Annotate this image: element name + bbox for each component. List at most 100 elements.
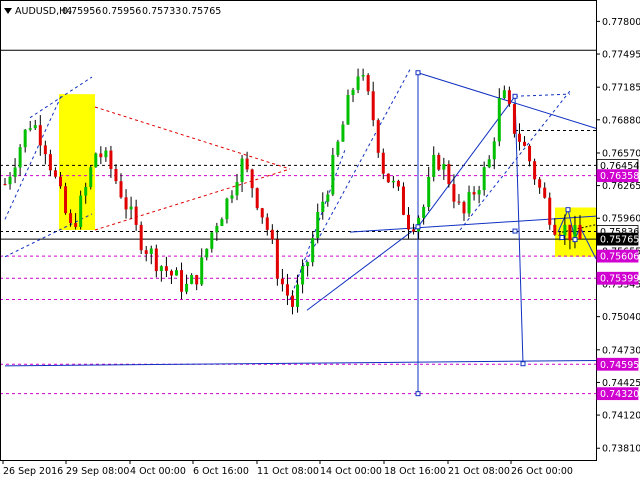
candle-bull — [422, 206, 426, 218]
candle-bull — [200, 257, 204, 285]
candle-bear — [447, 164, 451, 185]
candle-bear — [381, 152, 385, 174]
y-tick-label: 0.75040 — [602, 312, 640, 323]
candle-bear — [462, 202, 466, 214]
candle-bear — [64, 186, 68, 214]
candle-bear — [180, 270, 184, 292]
candle-bear — [280, 278, 284, 285]
point-marker — [520, 361, 526, 367]
candle-bull — [346, 95, 350, 125]
candle-bear — [543, 187, 547, 198]
point-marker — [559, 234, 565, 240]
x-tick-label: 14 Oct 00:00 — [320, 466, 382, 477]
candle-bear — [548, 197, 552, 225]
candle-bull — [159, 266, 163, 272]
candle-bull — [341, 124, 345, 142]
candle-bear — [74, 223, 78, 227]
point-marker — [415, 391, 421, 397]
candle-bull — [477, 190, 481, 195]
candle-bull — [563, 224, 567, 236]
candle-bear — [260, 208, 264, 218]
candle-bear — [48, 154, 52, 171]
price-tag-label: 0.75765 — [600, 235, 639, 246]
candle-bear — [69, 213, 73, 224]
candle-bull — [104, 150, 108, 158]
candle-bear — [250, 169, 254, 189]
candle-bear — [144, 250, 148, 254]
candle-bear — [553, 224, 557, 235]
price-tag-label: 0.75606 — [600, 252, 639, 263]
candle-bull — [210, 232, 214, 249]
candle-bear — [58, 176, 62, 187]
x-tick-label: 4 Oct 00:00 — [130, 466, 186, 477]
candle-bear — [528, 145, 532, 162]
candle-bear — [512, 104, 516, 134]
candle-bull — [321, 201, 325, 212]
candle-bull — [205, 248, 209, 258]
candle-bull — [316, 211, 320, 239]
candle-bull — [391, 180, 395, 183]
candle-bull — [89, 167, 93, 188]
candle-bear — [119, 181, 123, 198]
ohlc-low: 0.75733 — [142, 6, 181, 17]
candle-bull — [336, 141, 340, 155]
candle-bull — [240, 158, 244, 183]
x-tick-label: 26 Sep 2016 — [3, 466, 63, 477]
candle-bull — [296, 284, 300, 307]
candle-bull — [79, 195, 83, 227]
candle-bear — [99, 153, 103, 158]
point-marker — [565, 207, 571, 213]
candle-bull — [8, 176, 12, 185]
price-tag-label: 0.76358 — [600, 171, 639, 182]
x-tick-label: 26 Oct 00:00 — [511, 466, 573, 477]
candle-bull — [492, 141, 496, 160]
candle-bear — [437, 154, 441, 170]
candle-bear — [376, 120, 380, 153]
candle-bear — [366, 75, 370, 92]
candle-bear — [134, 206, 138, 225]
y-tick-label: 0.75960 — [602, 214, 640, 225]
plot-background — [0, 0, 640, 480]
ohlc-high: 0.75956 — [102, 6, 141, 17]
candle-bull — [28, 128, 32, 130]
candle-bear — [124, 197, 128, 210]
candle-bull — [33, 125, 37, 129]
candle-bull — [301, 266, 305, 285]
candle-bull — [84, 187, 88, 196]
candle-bear — [407, 214, 411, 230]
candle-bull — [427, 176, 431, 207]
candle-bear — [255, 188, 259, 209]
y-tick-label: 0.73810 — [602, 444, 640, 455]
candle-bear — [53, 170, 57, 177]
point-marker — [512, 93, 518, 99]
candle-bull — [13, 167, 17, 177]
y-tick-label: 0.77185 — [602, 83, 640, 94]
point-marker — [572, 237, 578, 243]
candle-bull — [129, 206, 133, 210]
x-tick-label: 29 Sep 08:00 — [66, 466, 129, 477]
candle-bear — [291, 295, 294, 307]
candle-bull — [442, 164, 446, 170]
candle-bear — [371, 91, 375, 121]
candle-bear — [457, 201, 461, 203]
candle-bull — [215, 226, 219, 233]
forex-chart[interactable]: 0.77800 0.77495 0.77185 0.76880 0.76570 0.762… — [0, 0, 640, 480]
candle-bear — [412, 229, 416, 232]
candle-bear — [154, 248, 158, 272]
price-tag-label: 0.75399 — [600, 274, 639, 285]
candle-bear — [38, 125, 42, 146]
candle-bull — [230, 195, 234, 199]
candle-bear — [517, 133, 521, 142]
y-tick-label: 0.74120 — [602, 411, 640, 422]
y-tick-label: 0.77495 — [602, 50, 640, 61]
candle-bear — [275, 239, 279, 279]
y-tick-label: 0.74730 — [602, 345, 640, 356]
candle-bear — [109, 150, 113, 169]
candle-bear — [139, 224, 143, 251]
candle-bear — [386, 173, 390, 183]
candle-bear — [3, 184, 7, 185]
candle-bull — [356, 76, 360, 90]
point-marker — [512, 228, 518, 234]
point-marker — [415, 224, 421, 230]
x-tick-label: 6 Oct 16:00 — [193, 466, 249, 477]
